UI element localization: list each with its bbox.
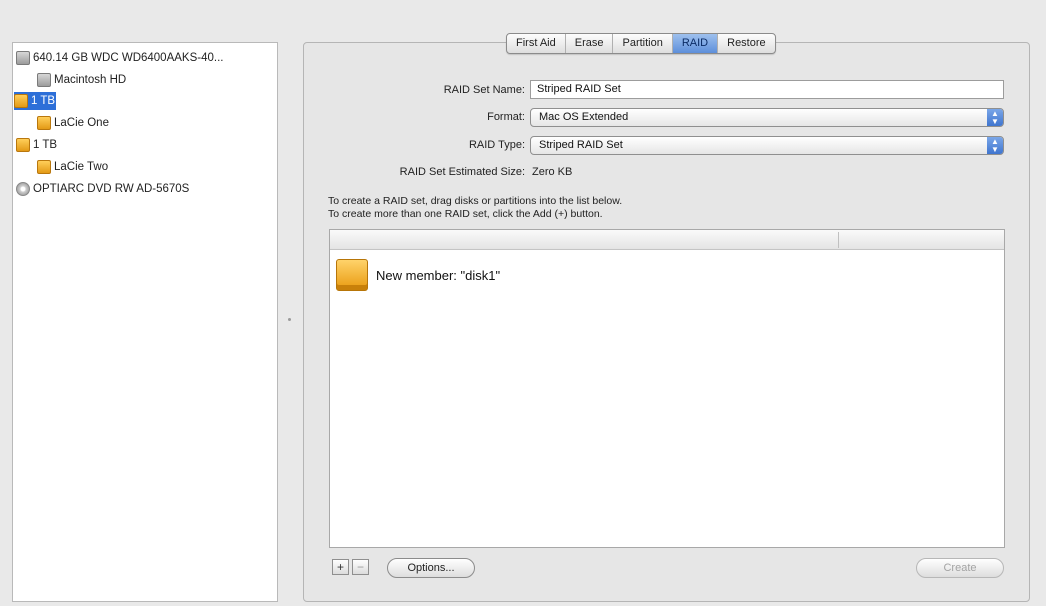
popup-arrows-icon: ▲ ▼ — [987, 109, 1003, 126]
sidebar-item-macintosh-hd[interactable]: Macintosh HD — [37, 71, 276, 89]
format-popup-value: Mac OS Extended — [539, 111, 629, 123]
format-label: Format: — [487, 111, 525, 123]
remove-raid-set-button[interactable]: − — [352, 559, 369, 575]
raid-type-label: RAID Type: — [468, 139, 525, 151]
tab-first-aid[interactable]: First Aid — [507, 34, 566, 53]
volume-icon — [37, 73, 51, 87]
list-header — [330, 230, 1004, 250]
split-view-handle[interactable] — [288, 318, 291, 321]
device-sidebar[interactable]: 640.14 GB WDC WD6400AAKS-40... Macintosh… — [12, 42, 278, 602]
list-item[interactable]: New member: "disk1" — [336, 258, 500, 292]
instruction-line-1: To create a RAID set, drag disks or part… — [328, 195, 623, 207]
external-volume-icon — [37, 160, 51, 174]
optical-drive-icon — [16, 182, 30, 196]
tab-bar: First Aid Erase Partition RAID Restore — [506, 33, 776, 54]
sidebar-item-internal-disk[interactable]: 640.14 GB WDC WD6400AAKS-40... — [16, 49, 276, 67]
sidebar-item-lacie-one[interactable]: LaCie One — [37, 114, 276, 132]
raid-type-popup-value: Striped RAID Set — [539, 139, 623, 151]
tab-restore[interactable]: Restore — [718, 34, 775, 53]
sidebar-item-1tb-selected[interactable]: 1 TB — [14, 92, 56, 110]
raid-set-name-field[interactable]: Striped RAID Set — [530, 80, 1004, 99]
external-disk-icon — [14, 94, 28, 108]
popup-arrows-icon: ▲ ▼ — [987, 137, 1003, 154]
tab-partition[interactable]: Partition — [613, 34, 673, 53]
disk-utility-window: 640.14 GB WDC WD6400AAKS-40... Macintosh… — [0, 0, 1046, 606]
tab-raid[interactable]: RAID — [672, 34, 719, 53]
raid-member-list[interactable]: New member: "disk1" — [329, 229, 1005, 548]
external-volume-icon — [37, 116, 51, 130]
sidebar-item-label: 1 TB — [31, 95, 56, 107]
tab-erase[interactable]: Erase — [566, 34, 614, 53]
external-disk-icon — [16, 138, 30, 152]
raid-set-name-label: RAID Set Name: — [443, 84, 525, 96]
instruction-line-2: To create more than one RAID set, click … — [328, 208, 603, 220]
external-disk-icon — [336, 259, 368, 291]
sidebar-item-lacie-two[interactable]: LaCie Two — [37, 158, 276, 176]
sidebar-item-label: LaCie Two — [54, 161, 109, 173]
sidebar-item-label: 1 TB — [33, 139, 58, 151]
options-button[interactable]: Options... — [387, 558, 475, 578]
create-button[interactable]: Create — [916, 558, 1004, 578]
member-label: New member: "disk1" — [376, 267, 501, 283]
estimated-size-label: RAID Set Estimated Size: — [399, 166, 525, 178]
add-raid-set-button[interactable]: + — [332, 559, 349, 575]
hard-disk-icon — [16, 51, 30, 65]
sidebar-item-1tb[interactable]: 1 TB — [16, 136, 276, 154]
format-popup[interactable]: Mac OS Extended ▲ ▼ — [530, 108, 1004, 127]
sidebar-item-dvd-drive[interactable]: OPTIARC DVD RW AD-5670S — [16, 180, 276, 198]
sidebar-item-label: Macintosh HD — [54, 74, 127, 86]
estimated-size-value: Zero KB — [532, 166, 573, 178]
sidebar-item-label: 640.14 GB WDC WD6400AAKS-40... — [33, 52, 224, 64]
column-divider — [838, 232, 839, 248]
sidebar-item-label: LaCie One — [54, 117, 109, 129]
sidebar-item-label: OPTIARC DVD RW AD-5670S — [33, 183, 190, 195]
raid-type-popup[interactable]: Striped RAID Set ▲ ▼ — [530, 136, 1004, 155]
